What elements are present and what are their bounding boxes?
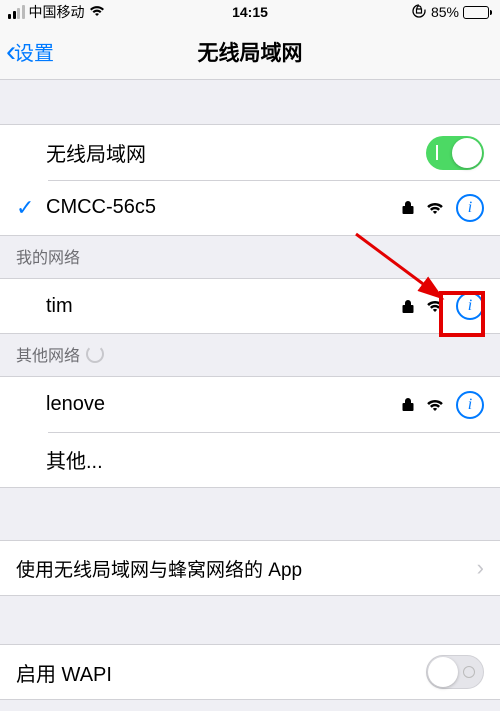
- network-row-lenove[interactable]: lenove i: [0, 376, 500, 432]
- orientation-lock-icon: [411, 3, 427, 22]
- network-name: tim: [46, 295, 402, 318]
- carrier-label: 中国移动: [29, 2, 85, 22]
- wifi-apps-label: 使用无线局域网与蜂窝网络的 App: [16, 555, 477, 582]
- page-title: 无线局域网: [198, 37, 303, 67]
- lock-icon: [402, 200, 414, 215]
- back-label: 设置: [14, 37, 54, 66]
- wifi-toggle-label: 无线局域网: [46, 138, 426, 167]
- spinner-icon: [86, 345, 104, 363]
- info-button[interactable]: i: [456, 194, 484, 222]
- checkmark-icon: ✓: [16, 195, 46, 221]
- wapi-label: 启用 WAPI: [16, 658, 426, 687]
- other-label: 其他...: [46, 445, 484, 474]
- clock-label: 14:15: [232, 4, 268, 20]
- chevron-right-icon: ›: [477, 555, 484, 581]
- other-networks-header: 其他网络: [0, 334, 500, 376]
- connected-network-name: CMCC-56c5: [46, 196, 402, 219]
- nav-bar: ‹ 设置 无线局域网: [0, 24, 500, 80]
- wifi-apps-row[interactable]: 使用无线局域网与蜂窝网络的 App ›: [0, 540, 500, 596]
- wifi-strength-icon: [426, 201, 444, 215]
- back-button[interactable]: ‹ 设置: [0, 37, 54, 67]
- wapi-switch[interactable]: [426, 655, 484, 689]
- other-network-row[interactable]: 其他...: [0, 432, 500, 488]
- wapi-row: 启用 WAPI: [0, 644, 500, 700]
- connected-network-row[interactable]: ✓ CMCC-56c5 i: [0, 180, 500, 236]
- status-bar: 中国移动 14:15 85%: [0, 0, 500, 24]
- info-button[interactable]: i: [456, 391, 484, 419]
- lock-icon: [402, 299, 414, 314]
- lock-icon: [402, 397, 414, 412]
- wifi-switch[interactable]: [426, 136, 484, 170]
- wifi-status-icon: [89, 4, 105, 20]
- wifi-strength-icon: [426, 299, 444, 313]
- signal-icon: [8, 5, 25, 19]
- wifi-toggle-row: 无线局域网: [0, 124, 500, 180]
- network-row-tim[interactable]: tim i: [0, 278, 500, 334]
- network-name: lenove: [46, 393, 402, 416]
- battery-pct-label: 85%: [431, 4, 459, 20]
- battery-icon: [463, 6, 492, 19]
- info-button[interactable]: i: [456, 292, 484, 320]
- my-networks-header: 我的网络: [0, 236, 500, 278]
- wifi-strength-icon: [426, 398, 444, 412]
